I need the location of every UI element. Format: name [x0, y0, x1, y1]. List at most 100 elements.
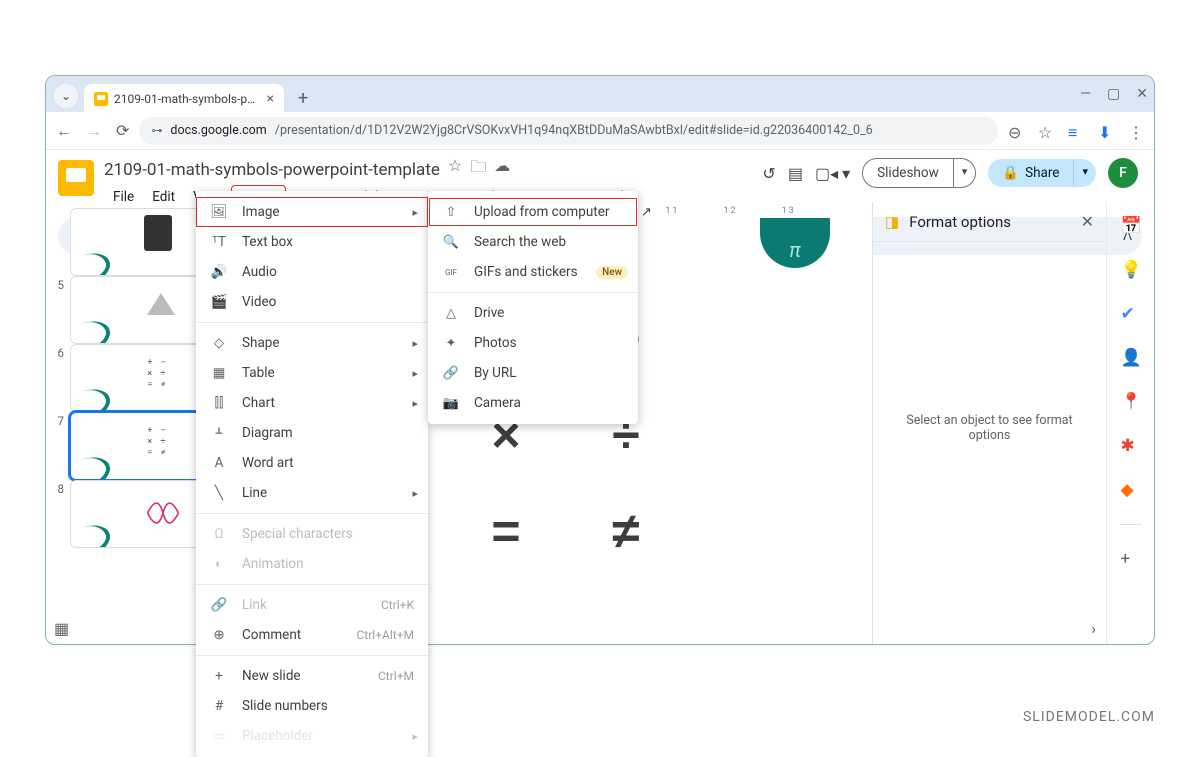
- insert-menu-dropdown: 🖼Image▸ᵀTText box🔊Audio🎬Video◇Shape▸▦Tab…: [196, 191, 428, 757]
- image-submenu-item-camera[interactable]: 📷Camera: [428, 388, 638, 418]
- format-options-panel: ◨ Format options ✕ Select an object to s…: [872, 202, 1106, 644]
- history-icon[interactable]: ↺: [762, 164, 775, 183]
- meet-icon[interactable]: ▢◂ ▾: [815, 164, 850, 183]
- format-options-title: Format options: [909, 213, 1011, 231]
- close-panel-icon[interactable]: ✕: [1081, 212, 1094, 231]
- menu-item-label: Text box: [242, 234, 293, 250]
- menu-item-label: Chart: [242, 395, 275, 411]
- maximize-icon[interactable]: ▢: [1107, 86, 1120, 102]
- grid-view-icon[interactable]: ▦: [54, 619, 69, 638]
- image-submenu-item-search-the-web[interactable]: 🔍Search the web: [428, 227, 638, 257]
- zoom-indicator-icon[interactable]: ⊖: [1008, 123, 1024, 139]
- menu-item-label: Special characters: [242, 526, 353, 542]
- downloads-icon[interactable]: ⬇: [1098, 123, 1114, 139]
- gifs-and-stickers-icon: GIF: [442, 268, 460, 277]
- minimize-icon[interactable]: —: [1080, 86, 1091, 102]
- browser-menu-icon[interactable]: ⋮: [1128, 123, 1144, 139]
- insert-menu-item-special-characters: ΩSpecial characters: [196, 519, 428, 549]
- menu-item-label: Comment: [242, 627, 301, 643]
- mouse-cursor-icon: ↖: [641, 205, 652, 220]
- browser-tab[interactable]: 2109-01-math-symbols-power ×: [84, 84, 284, 114]
- insert-menu-item-placeholder: ▭Placeholder▸: [196, 721, 428, 751]
- new-tab-button[interactable]: +: [292, 84, 314, 112]
- slideshow-button[interactable]: Slideshow: [862, 158, 954, 188]
- insert-menu-item-video[interactable]: 🎬Video: [196, 287, 428, 317]
- image-submenu-item-photos[interactable]: ✦Photos: [428, 328, 638, 358]
- submenu-arrow-icon: ▸: [412, 337, 418, 350]
- image-submenu-item-gifs-and-stickers[interactable]: GIF GIFs and stickers New: [428, 257, 638, 287]
- chart-icon: ⫿⫿: [210, 395, 228, 411]
- slideshow-dropdown[interactable]: ▾: [954, 158, 977, 188]
- insert-menu-item-new-slide[interactable]: +New slideCtrl+M: [196, 661, 428, 691]
- insert-menu-item-comment[interactable]: ⊕CommentCtrl+Alt+M: [196, 620, 428, 650]
- reload-icon[interactable]: ⟳: [116, 121, 129, 141]
- forward-icon[interactable]: →: [86, 121, 102, 141]
- menu-item-label: Placeholder: [242, 728, 313, 744]
- cloud-status-icon[interactable]: ☁: [494, 156, 510, 183]
- share-dropdown[interactable]: ▾: [1073, 159, 1096, 187]
- url-domain: docs.google.com: [170, 123, 266, 138]
- insert-menu-item-shape[interactable]: ◇ Shape ▸: [196, 328, 428, 358]
- bookmark-star-icon[interactable]: ☆: [1038, 123, 1054, 139]
- new-badge: New: [596, 266, 628, 279]
- menu-item-label: New slide: [242, 668, 301, 684]
- insert-menu-item-slide-numbers[interactable]: #Slide numbers: [196, 691, 428, 721]
- insert-menu-item-chart[interactable]: ⫿⫿Chart▸: [196, 388, 428, 418]
- submenu-arrow-icon: ▸: [412, 367, 418, 380]
- side-app-rail: 📅 💡 ✔ 👤 📍 ✱ ◆ +: [1106, 202, 1154, 644]
- side-app-icon[interactable]: +: [1121, 549, 1141, 569]
- image-submenu-item-drive[interactable]: △Drive: [428, 298, 638, 328]
- side-app-icon[interactable]: 👤: [1121, 348, 1141, 368]
- slide-number: 5: [52, 276, 64, 344]
- menu-item-label: GIFs and stickers: [474, 264, 578, 280]
- side-app-icon[interactable]: ✱: [1121, 436, 1141, 456]
- menu-item-label: Line: [242, 485, 267, 501]
- insert-menu-item-animation: ◐Animation: [196, 549, 428, 579]
- side-app-icon[interactable]: 📅: [1121, 216, 1141, 236]
- animation-icon: ◐: [210, 556, 228, 572]
- insert-menu-item-word-art[interactable]: A Word art: [196, 448, 428, 478]
- image-submenu-item-upload-from-computer[interactable]: ⇧Upload from computer↖: [428, 197, 638, 227]
- shape-icon: ◇: [210, 335, 228, 351]
- panel-nav-right-icon[interactable]: ›: [1091, 619, 1096, 638]
- insert-menu-item-table[interactable]: ▦Table▸: [196, 358, 428, 388]
- side-app-icon[interactable]: 📍: [1121, 392, 1141, 412]
- insert-menu-item-diagram[interactable]: ᚆDiagram: [196, 418, 428, 448]
- url-field[interactable]: ⊶ docs.google.com/presentation/d/1D12V2W…: [139, 117, 998, 145]
- star-icon[interactable]: ☆: [448, 156, 462, 183]
- side-app-icon[interactable]: ✔: [1121, 304, 1141, 324]
- document-name[interactable]: 2109-01-math-symbols-powerpoint-template: [104, 160, 440, 180]
- browser-address-bar: ← → ⟳ ⊶ docs.google.com/presentation/d/1…: [46, 112, 1154, 150]
- site-info-icon[interactable]: ⊶: [151, 124, 162, 137]
- menu-item-label: Drive: [474, 305, 504, 321]
- tab-search-button[interactable]: ⌄: [54, 84, 78, 108]
- menu-item-label: Word art: [242, 455, 294, 471]
- insert-menu-item-text-box[interactable]: ᵀTText box: [196, 227, 428, 257]
- url-path: /presentation/d/1D12V2W2Yjg8CrVSOKvxVH1q…: [275, 123, 873, 138]
- back-icon[interactable]: ←: [56, 121, 72, 141]
- tab-close-icon[interactable]: ×: [267, 91, 274, 107]
- share-button[interactable]: 🔒 Share: [988, 159, 1073, 187]
- comments-icon[interactable]: ▤: [788, 164, 803, 183]
- menu-item-label: Audio: [242, 264, 277, 280]
- word-art-icon: A: [210, 455, 228, 471]
- link-icon: 🔗: [210, 597, 228, 613]
- image-submenu-item-by-url[interactable]: 🔗By URL: [428, 358, 638, 388]
- insert-menu-item-link: 🔗LinkCtrl+K: [196, 590, 428, 620]
- menu-item-label: Image: [242, 204, 280, 220]
- move-icon[interactable]: 🗀: [470, 156, 486, 183]
- reading-list-icon[interactable]: ≡: [1068, 123, 1084, 139]
- close-window-icon[interactable]: ✕: [1136, 86, 1148, 102]
- menu-item-label: By URL: [474, 365, 517, 381]
- side-app-icon[interactable]: ◆: [1121, 480, 1141, 500]
- slides-logo[interactable]: [58, 160, 94, 196]
- insert-menu-item-image[interactable]: 🖼Image▸: [196, 197, 428, 227]
- account-avatar[interactable]: F: [1108, 158, 1138, 188]
- not-equals-symbol: ≠: [576, 486, 676, 576]
- menu-item-label: Shape: [242, 335, 280, 351]
- side-app-icon[interactable]: 💡: [1121, 260, 1141, 280]
- menu-item-label: Camera: [474, 395, 521, 411]
- insert-menu-item-line[interactable]: ╲Line▸: [196, 478, 428, 508]
- tab-title: 2109-01-math-symbols-power: [114, 92, 261, 106]
- insert-menu-item-audio[interactable]: 🔊Audio: [196, 257, 428, 287]
